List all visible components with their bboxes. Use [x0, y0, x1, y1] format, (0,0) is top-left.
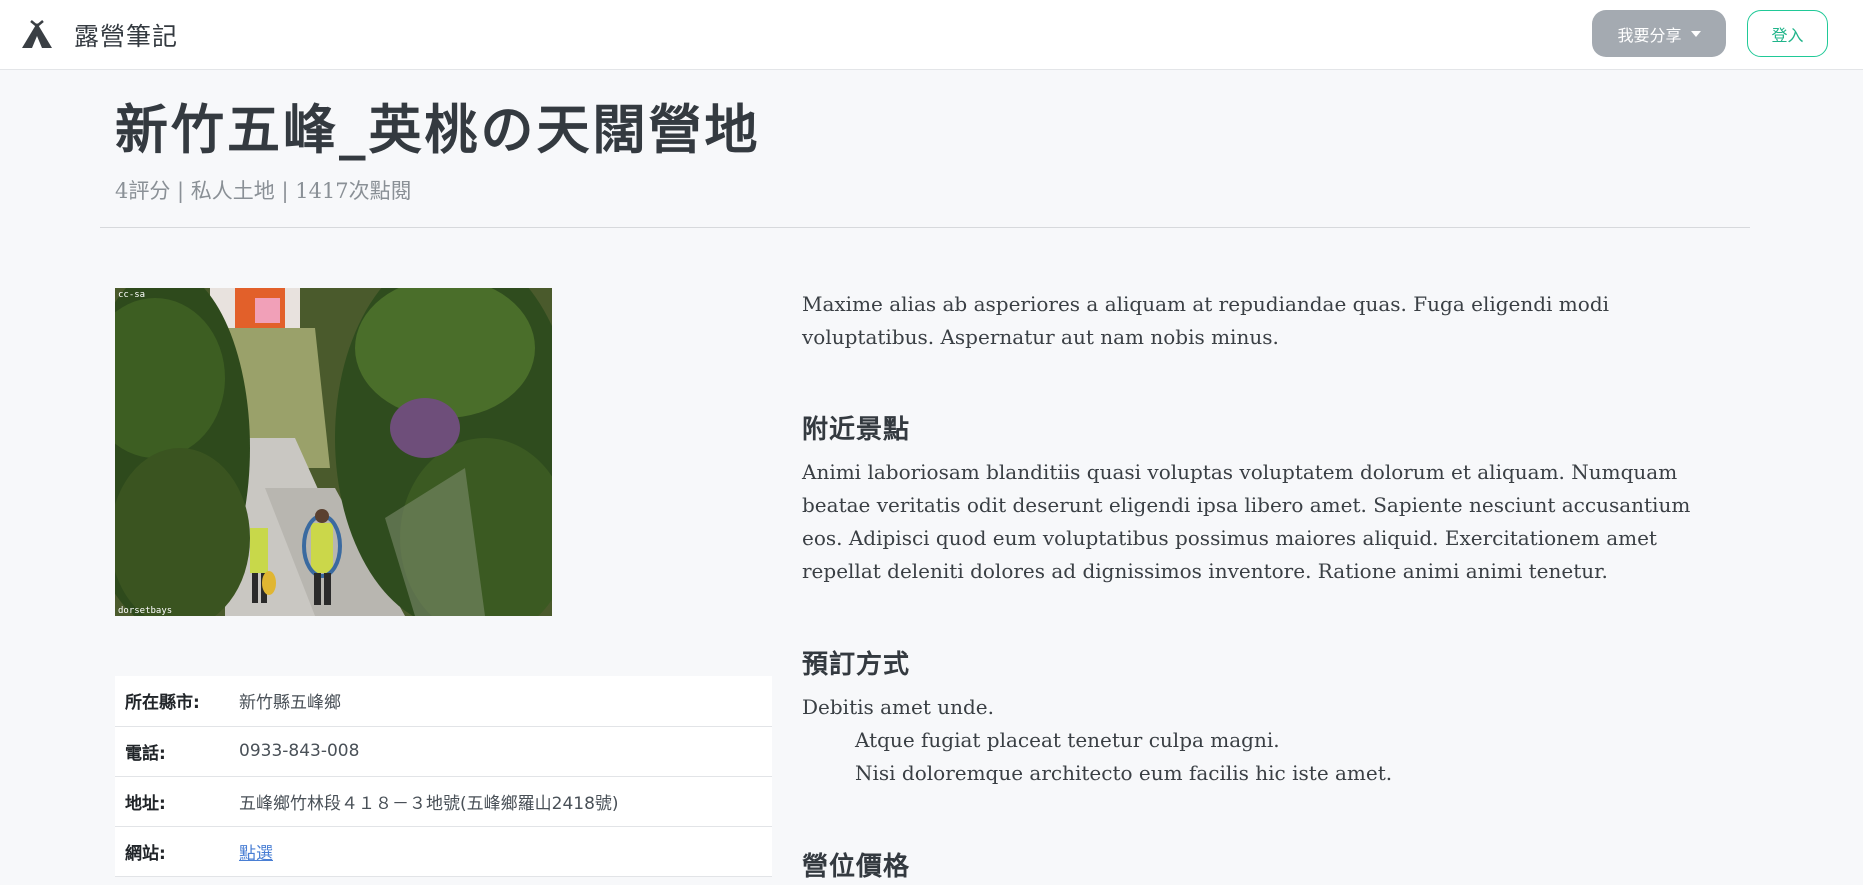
- website-link[interactable]: 點選: [239, 844, 273, 864]
- info-value-city: 新竹縣五峰鄉: [239, 676, 772, 727]
- booking-line: Debitis amet unde.: [802, 695, 995, 719]
- info-value-website: 點選: [239, 826, 772, 877]
- brand-link[interactable]: 露營筆記: [20, 16, 178, 54]
- photo-license-mark: cc-sa: [118, 290, 145, 300]
- table-row: 地址: 五峰鄉竹林段４１８－３地號(五峰鄉羅山2418號): [115, 776, 772, 827]
- campsite-photo: cc-sa dorsetbays: [115, 288, 552, 616]
- brand-name: 露營筆記: [74, 22, 179, 51]
- page-subtitle: 4評分 | 私人土地 | 1417次點閱: [115, 179, 412, 203]
- info-value-phone: 0933-843-008: [239, 726, 772, 777]
- campsite-info-table: 所在縣市: 新竹縣五峰鄉 電話: 0933-843-008 地址: 五峰鄉竹林段…: [115, 676, 772, 877]
- price-heading: 營位價格: [802, 852, 911, 882]
- tent-logo-icon: [22, 20, 52, 48]
- header-divider: [100, 227, 1750, 228]
- share-button-label: 我要分享: [1617, 25, 1682, 45]
- info-key-address: 地址:: [115, 776, 239, 827]
- nearby-heading: 附近景點: [802, 415, 911, 445]
- login-button[interactable]: 登入: [1747, 10, 1828, 57]
- table-row: 電話: 0933-843-008: [115, 726, 772, 777]
- info-value-address: 五峰鄉竹林段４１８－３地號(五峰鄉羅山2418號): [239, 776, 772, 827]
- booking-heading: 預訂方式: [802, 650, 911, 680]
- photo-credit-mark: dorsetbays: [118, 606, 172, 616]
- info-key-website: 網站:: [115, 826, 239, 877]
- login-button-label: 登入: [1771, 25, 1804, 45]
- booking-line: Atque fugiat placeat tenetur culpa magni…: [855, 728, 1280, 752]
- booking-line: Nisi doloremque architecto eum facilis h…: [855, 761, 1393, 785]
- table-row: 網站: 點選: [115, 826, 772, 877]
- nearby-paragraph: Animi laboriosam blanditiis quasi volupt…: [802, 460, 1691, 583]
- table-row: 所在縣市: 新竹縣五峰鄉: [115, 676, 772, 727]
- intro-paragraph: Maxime alias ab asperiores a aliquam at …: [802, 292, 1610, 349]
- navbar: 露營筆記 我要分享 登入: [0, 0, 1863, 70]
- page-title: 新竹五峰_英桃の天闊營地: [115, 100, 761, 161]
- share-dropdown-button[interactable]: 我要分享: [1592, 10, 1726, 57]
- info-key-city: 所在縣市:: [115, 676, 239, 727]
- info-key-phone: 電話:: [115, 726, 239, 777]
- booking-text: Debitis amet unde. Atque fugiat placeat …: [802, 691, 1732, 790]
- caret-down-icon: [1690, 30, 1701, 37]
